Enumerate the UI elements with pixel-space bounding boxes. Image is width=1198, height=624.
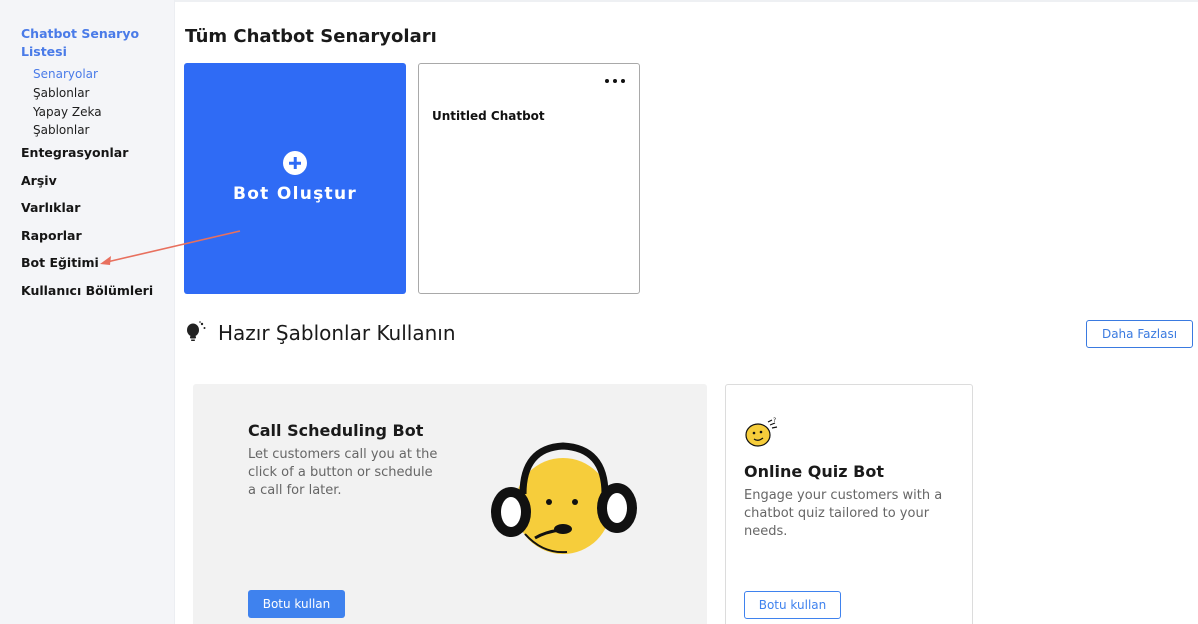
quiz-face-icon: ? <box>745 417 778 447</box>
create-bot-card[interactable]: Bot Oluştur <box>184 63 406 294</box>
sidebar: Chatbot Senaryo Listesi Senaryolar Şablo… <box>0 0 175 624</box>
sidebar-item-entegrasyonlar[interactable]: Entegrasyonlar <box>21 145 128 160</box>
headset-face-illustration <box>491 442 637 554</box>
sidebar-sub-item-senaryolar[interactable]: Senaryolar <box>33 65 98 83</box>
sidebar-header[interactable]: Chatbot Senaryo Listesi <box>21 25 151 61</box>
page-title: Tüm Chatbot Senaryoları <box>185 26 437 47</box>
sidebar-item-varliklar[interactable]: Varlıklar <box>21 200 80 215</box>
sidebar-sub-item-yapay-zeka[interactable]: Yapay Zeka <box>33 103 102 121</box>
sidebar-item-arsiv[interactable]: Arşiv <box>21 173 57 188</box>
bot-card[interactable]: Untitled Chatbot <box>418 63 640 294</box>
use-bot-button[interactable]: Botu kullan <box>248 590 345 618</box>
app-root: Chatbot Senaryo Listesi Senaryolar Şablo… <box>0 0 1198 624</box>
template-title: Online Quiz Bot <box>744 462 884 481</box>
sidebar-sub-item-sablonlar[interactable]: Şablonlar <box>33 84 90 102</box>
template-title: Call Scheduling Bot <box>248 421 424 440</box>
sidebar-item-raporlar[interactable]: Raporlar <box>21 228 82 243</box>
create-bot-label: Bot Oluştur <box>232 184 358 204</box>
template-card-call-scheduling[interactable]: Call Scheduling Bot Let customers call y… <box>193 384 707 624</box>
more-templates-button[interactable]: Daha Fazlası <box>1086 320 1193 348</box>
templates-title: Hazır Şablonlar Kullanın <box>218 321 456 345</box>
template-description: Let customers call you at the click of a… <box>248 447 438 498</box>
svg-text:?: ? <box>773 417 776 424</box>
more-options-icon[interactable] <box>605 74 625 88</box>
sidebar-item-bot-egitimi[interactable]: Bot Eğitimi <box>21 255 99 270</box>
sidebar-sub-item-ai-sablonlar[interactable]: Şablonlar <box>33 121 90 139</box>
lightbulb-icon <box>187 321 206 341</box>
template-card-online-quiz[interactable]: ? Online Quiz Bot Engage your customers … <box>725 384 973 624</box>
use-bot-button[interactable]: Botu kullan <box>744 591 841 619</box>
plus-icon <box>283 151 307 175</box>
top-divider <box>175 0 1198 2</box>
template-description: Engage your customers with a chatbot qui… <box>744 488 943 539</box>
sidebar-item-kullanici-bolumleri[interactable]: Kullanıcı Bölümleri <box>21 283 153 298</box>
bot-name: Untitled Chatbot <box>432 109 545 123</box>
